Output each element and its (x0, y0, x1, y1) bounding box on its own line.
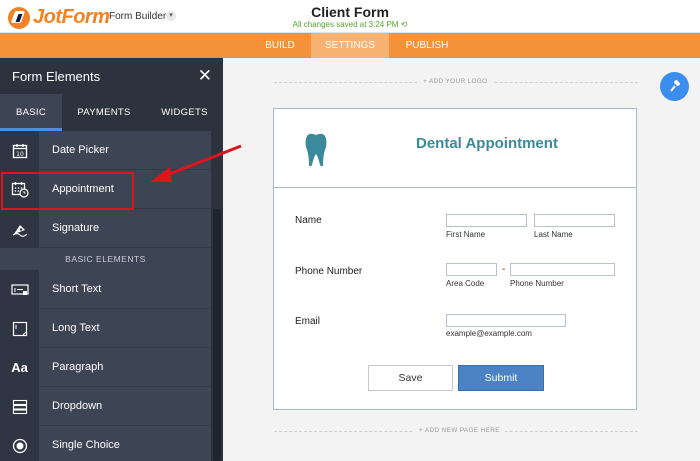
first-name-input[interactable] (446, 214, 527, 227)
form-card: Dental Appointment Name First Name Last … (273, 108, 637, 410)
form-title[interactable]: Client Form (0, 4, 700, 20)
add-page-link[interactable]: + ADD NEW PAGE HERE (414, 427, 505, 434)
scrollbar-thumb[interactable] (213, 209, 221, 461)
form-designer-button[interactable] (660, 72, 689, 101)
submit-button[interactable]: Submit (458, 365, 544, 391)
sidebar-tab-basic[interactable]: BASIC (0, 94, 62, 131)
main-nav: BUILD SETTINGS PUBLISH (0, 33, 700, 58)
save-status: All changes saved at 3:24 PM ⟲ (292, 20, 408, 29)
paragraph-icon: Aa (0, 348, 39, 387)
top-header: JotForm Form Builder ▾ Client Form All c… (0, 0, 700, 33)
area-code-input[interactable] (446, 263, 497, 276)
short-text-icon (0, 270, 39, 309)
element-label: Signature (52, 222, 100, 234)
close-icon[interactable]: ✕ (198, 67, 212, 84)
tab-settings[interactable]: SETTINGS (311, 33, 389, 58)
form-heading[interactable]: Dental Appointment (416, 135, 558, 152)
phone-label: Phone Number (295, 266, 363, 277)
element-label: Date Picker (52, 144, 109, 156)
paint-roller-icon (669, 79, 680, 92)
element-signature[interactable]: Signature (0, 209, 211, 248)
sidebar-tab-payments[interactable]: PAYMENTS (62, 94, 146, 131)
element-paragraph[interactable]: Aa Paragraph (0, 348, 211, 387)
element-label: Short Text (52, 283, 102, 295)
annotation-arrow-icon (150, 144, 242, 182)
section-basic-elements: BASIC ELEMENTS (65, 254, 146, 264)
name-label: Name (295, 215, 322, 226)
long-text-icon (0, 309, 39, 348)
radio-icon (0, 426, 39, 461)
element-label: Dropdown (52, 400, 103, 412)
tab-publish[interactable]: PUBLISH (395, 33, 459, 58)
email-input[interactable] (446, 314, 566, 327)
sidebar-title: Form Elements (12, 69, 101, 84)
sidebar-tabs: BASIC PAYMENTS WIDGETS (0, 94, 223, 131)
refresh-icon: ⟲ (400, 20, 408, 29)
calendar-icon: 10 (0, 131, 39, 170)
email-label: Email (295, 316, 321, 327)
svg-text:10: 10 (16, 151, 24, 158)
save-button[interactable]: Save (368, 365, 453, 391)
sidebar-tab-widgets[interactable]: WIDGETS (146, 94, 223, 131)
element-short-text[interactable]: Short Text (0, 270, 211, 309)
tooth-icon (305, 133, 327, 167)
first-name-sublabel: First Name (446, 230, 486, 239)
add-logo-link[interactable]: + ADD YOUR LOGO (418, 78, 493, 85)
form-header: Dental Appointment (274, 109, 636, 188)
tab-build[interactable]: BUILD (255, 33, 305, 58)
element-dropdown[interactable]: Dropdown (0, 387, 211, 426)
last-name-sublabel: Last Name (534, 230, 573, 239)
last-name-input[interactable] (534, 214, 615, 227)
appointment-highlight-box (1, 172, 134, 210)
signature-icon (0, 209, 39, 248)
element-label: Long Text (52, 322, 100, 334)
phone-number-input[interactable] (510, 263, 615, 276)
area-code-sublabel: Area Code (446, 279, 485, 288)
element-long-text[interactable]: Long Text (0, 309, 211, 348)
form-elements-sidebar: Form Elements ✕ BASIC PAYMENTS WIDGETS 1… (0, 58, 223, 461)
email-sublabel: example@example.com (446, 329, 532, 338)
element-label: Single Choice (52, 439, 120, 451)
element-single-choice[interactable]: Single Choice (0, 426, 211, 461)
sidebar-header: Form Elements ✕ (0, 58, 223, 94)
element-label: Paragraph (52, 361, 104, 373)
dropdown-icon (0, 387, 39, 426)
phone-number-sublabel: Phone Number (510, 279, 564, 288)
phone-separator: - (502, 264, 506, 275)
